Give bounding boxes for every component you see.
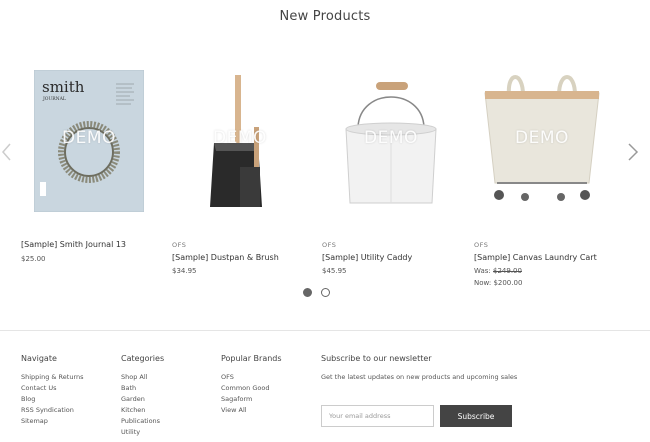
footer-link[interactable]: Sagaform — [221, 394, 282, 405]
footer-link[interactable]: RSS Syndication — [21, 405, 84, 416]
product-brand[interactable]: OFS — [322, 241, 336, 249]
product-price: $34.95 — [172, 267, 197, 275]
product-card[interactable]: DEMO — [479, 66, 605, 216]
was-label: Was: — [474, 267, 491, 275]
product-image[interactable]: smith JOURNAL DEMO — [26, 66, 152, 216]
footer-link[interactable]: Common Good — [221, 383, 282, 394]
product-price: $45.95 — [322, 267, 347, 275]
demo-watermark: DEMO — [213, 128, 267, 148]
demo-watermark: DEMO — [62, 128, 116, 148]
footer-link[interactable]: Bath — [121, 383, 164, 394]
product-image[interactable]: DEMO — [328, 66, 454, 216]
was-price: $249.00 — [493, 267, 522, 275]
footer-divider — [0, 330, 650, 331]
footer-heading: Popular Brands — [221, 354, 282, 363]
product-was-price: Was: $249.00 — [474, 267, 522, 275]
footer-link[interactable]: Publications — [121, 416, 164, 427]
journal-subtitle: JOURNAL — [42, 96, 66, 102]
product-brand[interactable]: OFS — [474, 241, 488, 249]
footer-heading: Subscribe to our newsletter — [321, 354, 432, 363]
footer-link[interactable]: Shipping & Returns — [21, 372, 84, 383]
chevron-left-icon[interactable] — [0, 141, 14, 163]
product-image[interactable]: DEMO — [479, 66, 605, 216]
footer-link[interactable]: Sitemap — [21, 416, 84, 427]
product-price: $25.00 — [21, 255, 46, 263]
section-title: New Products — [279, 9, 371, 24]
product-name[interactable]: [Sample] Dustpan & Brush — [172, 253, 279, 262]
carousel-dot-1[interactable] — [303, 288, 312, 297]
demo-watermark: DEMO — [515, 128, 569, 148]
footer-link[interactable]: Contact Us — [21, 383, 84, 394]
footer-link[interactable]: View All — [221, 405, 282, 416]
product-card[interactable]: DEMO — [177, 66, 303, 216]
carousel-dots — [303, 288, 330, 297]
footer-heading: Categories — [121, 354, 165, 363]
footer-link[interactable]: Utility — [121, 427, 164, 438]
footer-brands: Popular Brands OFS Common Good Sagaform … — [221, 354, 282, 416]
footer-link[interactable]: OFS — [221, 372, 282, 383]
email-field[interactable] — [321, 405, 434, 427]
chevron-right-icon[interactable] — [626, 141, 640, 163]
demo-watermark: DEMO — [364, 128, 418, 148]
product-card[interactable]: smith JOURNAL DEMO — [26, 66, 152, 216]
footer-link[interactable]: Kitchen — [121, 405, 164, 416]
product-brand[interactable]: OFS — [172, 241, 186, 249]
footer-heading: Navigate — [21, 354, 57, 363]
journal-title: smith — [42, 78, 85, 96]
product-name[interactable]: [Sample] Canvas Laundry Cart — [474, 253, 597, 262]
footer-link[interactable]: Shop All — [121, 372, 164, 383]
product-card[interactable]: DEMO — [328, 66, 454, 216]
subscribe-button[interactable]: Subscribe — [440, 405, 512, 427]
footer-link[interactable]: Blog — [21, 394, 84, 405]
footer-newsletter: Subscribe to our newsletter Get the late… — [321, 354, 521, 383]
product-now-price: Now: $200.00 — [474, 279, 523, 287]
product-image[interactable]: DEMO — [177, 66, 303, 216]
footer-link[interactable]: Garden — [121, 394, 164, 405]
footer-navigate: Navigate Shipping & Returns Contact Us B… — [21, 354, 84, 427]
product-name[interactable]: [Sample] Smith Journal 13 — [21, 240, 126, 249]
carousel-dot-2[interactable] — [321, 288, 330, 297]
product-name[interactable]: [Sample] Utility Caddy — [322, 253, 412, 262]
footer-categories: Categories Shop All Bath Garden Kitchen … — [121, 354, 164, 438]
newsletter-description: Get the latest updates on new products a… — [321, 373, 518, 381]
